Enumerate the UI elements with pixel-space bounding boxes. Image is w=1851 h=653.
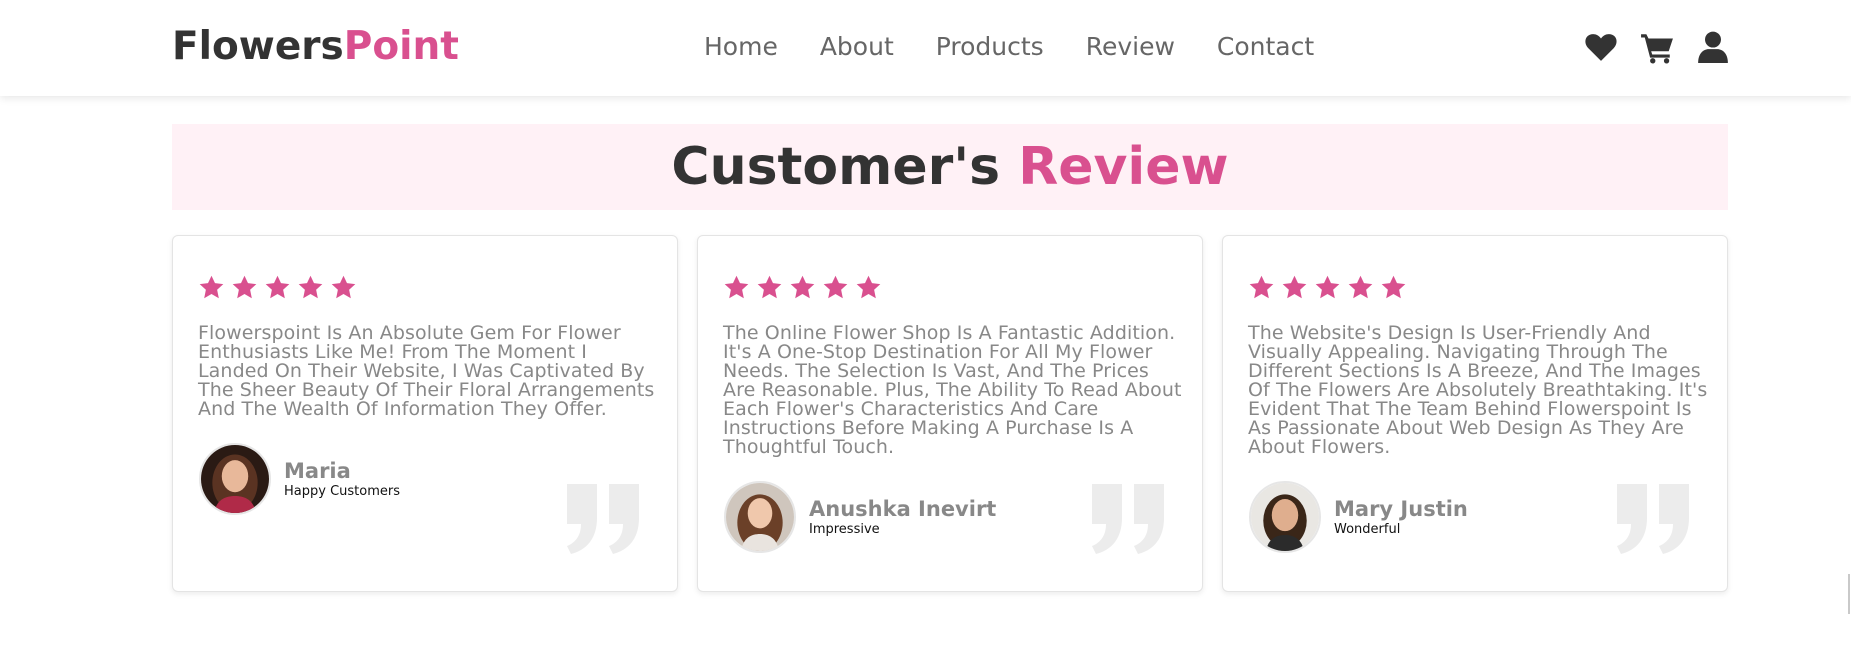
avatar bbox=[1249, 481, 1321, 553]
review-text: Flowerspoint Is An Absolute Gem For Flow… bbox=[198, 322, 655, 420]
star-rating bbox=[1248, 274, 1407, 301]
star-icon bbox=[789, 274, 816, 301]
star-icon bbox=[1281, 274, 1308, 301]
user-icon[interactable] bbox=[1696, 30, 1730, 64]
star-icon bbox=[1380, 274, 1407, 301]
logo-accent: Point bbox=[343, 24, 459, 69]
section-title: Customer's Review bbox=[172, 124, 1728, 210]
cart-icon[interactable] bbox=[1640, 30, 1674, 64]
quote-icon bbox=[563, 484, 643, 554]
heart-icon[interactable] bbox=[1584, 30, 1618, 64]
reviewer-name: Maria bbox=[284, 459, 351, 483]
star-icon bbox=[822, 274, 849, 301]
review-text: The Website's Design Is User-Friendly An… bbox=[1248, 322, 1708, 458]
star-icon bbox=[198, 274, 225, 301]
logo-primary: Flowers bbox=[172, 24, 344, 69]
star-icon bbox=[264, 274, 291, 301]
header-icons bbox=[1584, 30, 1730, 64]
quote-icon bbox=[1088, 484, 1168, 554]
nav-home[interactable]: Home bbox=[704, 32, 778, 61]
avatar bbox=[199, 443, 271, 515]
nav-contact[interactable]: Contact bbox=[1217, 32, 1314, 61]
section-heading-band: Customer's Review bbox=[172, 124, 1728, 210]
reviewer-name: Anushka Inevirt bbox=[809, 497, 997, 521]
star-icon bbox=[297, 274, 324, 301]
main-nav: Home About Products Review Contact bbox=[704, 32, 1356, 61]
reviewer-name: Mary Justin bbox=[1334, 497, 1468, 521]
logo[interactable]: FlowersPoint bbox=[172, 24, 459, 69]
nav-review[interactable]: Review bbox=[1086, 32, 1175, 61]
star-icon bbox=[756, 274, 783, 301]
review-card: Flowerspoint Is An Absolute Gem For Flow… bbox=[172, 235, 678, 592]
reviewer-role: Happy Customers bbox=[284, 484, 400, 499]
section-title-accent: Review bbox=[1018, 137, 1229, 197]
reviewer-text: Anushka Inevirt Impressive bbox=[809, 496, 996, 538]
nav-products[interactable]: Products bbox=[936, 32, 1044, 61]
avatar bbox=[724, 481, 796, 553]
star-icon bbox=[231, 274, 258, 301]
section-title-primary: Customer's bbox=[671, 137, 1001, 197]
star-icon bbox=[1248, 274, 1275, 301]
star-rating bbox=[723, 274, 882, 301]
reviewer-role: Impressive bbox=[809, 522, 880, 537]
star-icon bbox=[330, 274, 357, 301]
star-icon bbox=[1347, 274, 1374, 301]
review-text: The Online Flower Shop Is A Fantastic Ad… bbox=[723, 322, 1182, 458]
review-card: The Website's Design Is User-Friendly An… bbox=[1222, 235, 1728, 592]
star-icon bbox=[723, 274, 750, 301]
reviewer-role: Wonderful bbox=[1334, 522, 1401, 537]
scrollbar[interactable] bbox=[1848, 574, 1850, 614]
site-header: FlowersPoint Home About Products Review … bbox=[0, 0, 1851, 96]
star-rating bbox=[198, 274, 357, 301]
reviewer-info: Mary Justin Wonderful bbox=[1249, 481, 1468, 553]
nav-about[interactable]: About bbox=[820, 32, 894, 61]
reviewer-info: Maria Happy Customers bbox=[199, 443, 400, 515]
star-icon bbox=[855, 274, 882, 301]
reviewer-text: Mary Justin Wonderful bbox=[1334, 496, 1468, 538]
star-icon bbox=[1314, 274, 1341, 301]
quote-icon bbox=[1613, 484, 1693, 554]
review-card: The Online Flower Shop Is A Fantastic Ad… bbox=[697, 235, 1203, 592]
reviewer-info: Anushka Inevirt Impressive bbox=[724, 481, 996, 553]
reviewer-text: Maria Happy Customers bbox=[284, 458, 400, 500]
